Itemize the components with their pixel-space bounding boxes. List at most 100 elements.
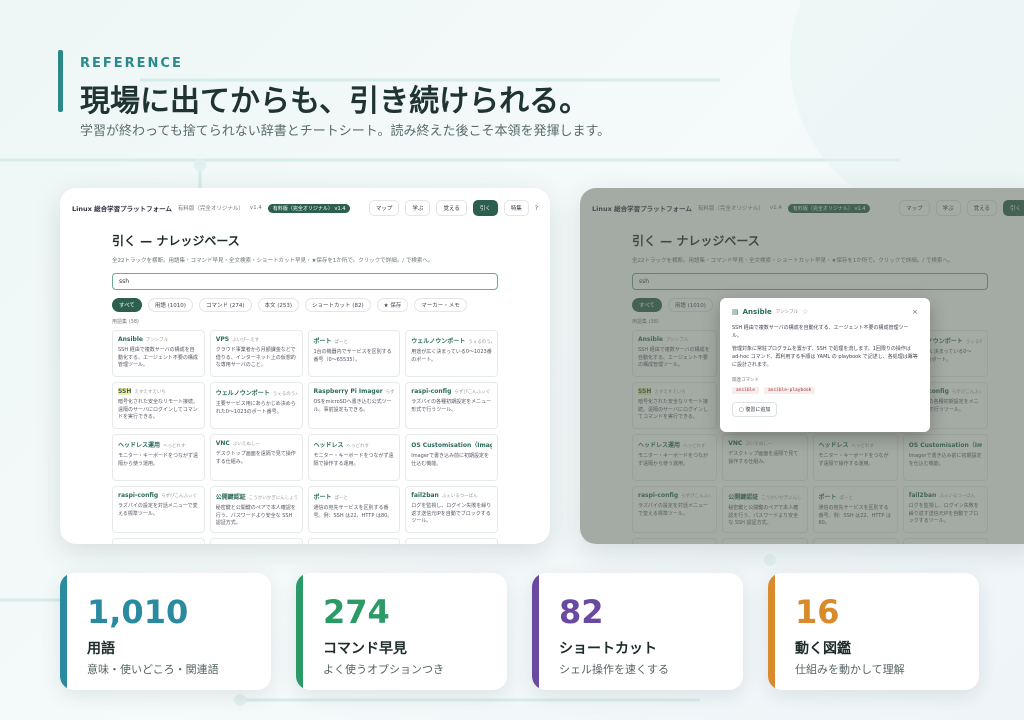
term-card[interactable]: 公開鍵認証こうかいかぎにんしょう秘密鍵と公開鍵のペアで本人確認を行う、パスワード… bbox=[209, 486, 303, 533]
term-title: SSHえすえすえいち bbox=[118, 388, 166, 395]
term-description: クラウド事業者から月額課金などで借りる、インターネット上の仮想的な専用サーバのこ… bbox=[215, 347, 296, 368]
term-description: モニター・キーボードをつながず遠隔で操作する運用。 bbox=[313, 453, 394, 467]
knowledge-base: 引く — ナレッジベース 全22トラックを横断。用語集・コマンド早見・全文検索・… bbox=[60, 232, 550, 544]
chip-commands[interactable]: コマンド (274) bbox=[198, 298, 252, 312]
term-card[interactable]: OS Customisation（Imager詳細設定）おーえすかすたまいぜーし… bbox=[405, 434, 498, 481]
stat-accent-bar bbox=[768, 573, 775, 690]
nav-memorize[interactable]: 覚える bbox=[436, 200, 467, 216]
term-title: raspi-configらずぴこんふぃぐ bbox=[118, 492, 198, 499]
term-card[interactable]: サービス（デーモン）さーびす bbox=[209, 538, 303, 544]
stat-subtext: 意味・使いどころ・関連語 bbox=[87, 663, 219, 676]
term-reading: ぶいぴーえす bbox=[232, 338, 260, 343]
term-card[interactable]: ポートぽーと bbox=[405, 538, 498, 544]
stat-number: 82 bbox=[559, 593, 604, 631]
term-reading: ぶいえぬしー bbox=[232, 442, 260, 447]
chip-terms[interactable]: 用語 (1010) bbox=[147, 298, 193, 312]
star-icon[interactable]: ☆ bbox=[802, 308, 808, 316]
screenshot-term-detail: Linux 総合学習プラットフォーム 有料版（完全オリジナル） v1.4 有料版… bbox=[580, 188, 1024, 544]
stat-label: コマンド早見 bbox=[323, 641, 407, 657]
app-brand: Linux 総合学習プラットフォーム bbox=[72, 205, 172, 213]
chip-shortcuts[interactable]: ショートカット (82) bbox=[305, 298, 371, 312]
term-description: 用途が広く決まっている0〜1023番のポート。 bbox=[411, 349, 492, 363]
nav-map[interactable]: マップ bbox=[368, 200, 400, 216]
term-grid: Ansibleアンシブル SSH 経由で複数サーバの構成を自動化する、エージェント… bbox=[112, 330, 498, 544]
filter-chips: すべて 用語 (1010) コマンド (274) 本文 (253) ショートカッ… bbox=[112, 298, 498, 312]
stat-card-commands: 274 コマンド早見 よく使うオプションつき bbox=[296, 573, 507, 690]
chip-all[interactable]: すべて bbox=[112, 298, 142, 312]
term-reading: へっどれす bbox=[346, 444, 370, 449]
term-card[interactable]: ヘッドレス運用へっどれすモニター・キーボードをつながず遠隔から使う運用。 bbox=[112, 434, 205, 481]
nav-learn[interactable]: 学ぶ bbox=[405, 200, 431, 216]
term-title: 公開鍵認証こうかいかぎにんしょう bbox=[215, 494, 297, 501]
stat-subtext: シェル操作を速くする bbox=[559, 663, 669, 676]
term-card[interactable]: sshdえすえすえいちでぃー bbox=[112, 538, 205, 544]
chip-body[interactable]: 本文 (253) bbox=[257, 298, 300, 312]
app-nav: マップ 学ぶ 覚える 引く 特集 ? bbox=[368, 200, 538, 216]
term-description: OSをmicroSDへ書き込む公式ツール。事前設定もできる。 bbox=[313, 399, 392, 413]
stat-card-visuals: 16 動く図鑑 仕組みを動かして理解 bbox=[768, 573, 979, 690]
term-description: SSH 経由で複数サーバの構成を自動化する、エージェント不要の構成管理ツール。 bbox=[118, 347, 198, 368]
term-title: fail2banふぇいるつーばん bbox=[411, 492, 478, 499]
page-description: 全22トラックを横断。用語集・コマンド早見・全文検索・ショートカット早見・★保存… bbox=[112, 258, 434, 264]
stat-label: 用語 bbox=[87, 641, 115, 657]
term-description: デスクトップ画面を遠隔で見て操作する仕組み。 bbox=[215, 451, 296, 465]
page-title: 引く — ナレッジベース bbox=[112, 234, 240, 248]
term-card[interactable]: SSHえすえすえいち暗号化された安全なリモート接続。遠隔のサーバにログインしてコ… bbox=[112, 382, 205, 429]
term-card[interactable]: デーモンでーもん bbox=[307, 538, 401, 544]
term-reading: らずぴこんふぃぐ bbox=[161, 494, 198, 499]
term-description: 暗号化された安全なリモート接続。遠隔のサーバにログインしてコマンドを実行できる。 bbox=[118, 399, 199, 420]
search-input[interactable]: ssh bbox=[112, 273, 498, 290]
term-card[interactable]: Raspberry Pi Imagerらずべりーぱい OSをmicroSDへ書き込… bbox=[307, 382, 401, 429]
stat-number: 1,010 bbox=[87, 593, 189, 631]
term-reading: アンシブル bbox=[145, 338, 169, 343]
term-card[interactable]: VNCぶいえぬしーデスクトップ画面を遠隔で見て操作する仕組み。 bbox=[209, 434, 303, 481]
term-title: ポートぽーと bbox=[313, 338, 349, 345]
term-title: Raspberry Pi Imagerらずべりーぱい bbox=[314, 388, 395, 395]
modal-summary: SSH 経由で複数サーバの構成を自動化する、エージェント不要の構成管理ツール。 bbox=[732, 325, 909, 339]
close-icon[interactable]: × bbox=[912, 308, 918, 316]
nav-lookup[interactable]: 引く bbox=[472, 200, 498, 216]
term-card[interactable]: fail2banふぇいるつーばんログを監視し、ログイン失敗を繰り返す送信元IPを… bbox=[405, 486, 498, 533]
result-count: 用語集 (38) bbox=[112, 319, 139, 325]
related-command-tag[interactable]: ansible-playbook bbox=[763, 387, 816, 394]
term-card[interactable]: ポートぽーと 1台の機器内でサービスを区別する番号（0〜65535）。 bbox=[307, 330, 401, 377]
accent-bar bbox=[58, 50, 63, 112]
term-description: 秘密鍵と公開鍵のペアで本人確認を行う、パスワードより安全な SSH 認証方式。 bbox=[215, 505, 296, 526]
term-reading: らずぴこんふぃぐ bbox=[454, 390, 491, 395]
related-command-tag[interactable]: ansible bbox=[732, 387, 759, 394]
help-button[interactable]: ? bbox=[535, 205, 538, 212]
term-title: ポートぽーと bbox=[313, 494, 349, 501]
term-reading: ぽーと bbox=[334, 340, 349, 345]
related-label: 関連コマンド bbox=[732, 378, 759, 383]
term-title: ヘッドレス運用へっどれす bbox=[118, 442, 186, 449]
term-reading: うぇるのうんぽーと bbox=[468, 340, 492, 345]
term-card[interactable]: ウェルノウンポートうぇるのうんぽーと用途が広く決まっている0〜1023番のポート… bbox=[405, 330, 498, 377]
term-description: Imagerで書き込み前に初期設定を仕込む機能。 bbox=[411, 453, 489, 467]
subline: 学習が終わっても捨てられない辞書とチートシート。読み終えた後こそ本領を発揮します… bbox=[80, 124, 611, 139]
term-title: raspi-configらずぴこんふぃぐ bbox=[411, 388, 491, 395]
term-title: ヘッドレスへっどれす bbox=[313, 442, 370, 449]
term-title: VNCぶいえぬしー bbox=[215, 440, 260, 447]
chip-saved[interactable]: ★ 保存 bbox=[376, 298, 409, 312]
stat-label: 動く図鑑 bbox=[795, 641, 851, 657]
term-card[interactable]: raspi-configらずぴこんふぃぐラズパイの設定を対話メニューで変える標準… bbox=[112, 486, 205, 533]
term-card[interactable]: ポートぽーと通信の宛先サービスを区別する番号。例：SSH は22、HTTP は8… bbox=[307, 486, 401, 533]
stat-number: 274 bbox=[323, 593, 390, 631]
term-card[interactable]: raspi-configらずぴこんふぃぐラズパイの各種初期設定をメニュー形式で行… bbox=[405, 382, 498, 429]
chip-markers[interactable]: マーカー・メモ bbox=[414, 298, 467, 312]
term-reading: こうかいかぎにんしょう bbox=[248, 496, 297, 501]
term-card[interactable]: ヘッドレスへっどれすモニター・キーボードをつながず遠隔で操作する運用。 bbox=[307, 434, 401, 481]
add-review-button[interactable]: ▢ 復習に追加 bbox=[732, 402, 778, 417]
nav-feature[interactable]: 特集 bbox=[503, 200, 529, 216]
stat-subtext: 仕組みを動かして理解 bbox=[795, 663, 905, 676]
term-reading: らずべりーぱい bbox=[385, 390, 395, 395]
term-description: 通信の宛先サービスを区別する番号。例：SSH は22、HTTP は80。 bbox=[313, 505, 393, 519]
stat-card-terms: 1,010 用語 意味・使いどころ・関連語 bbox=[60, 573, 271, 690]
term-card[interactable]: VPSぶいぴーえすクラウド事業者から月額課金などで借りる、インターネット上の仮想… bbox=[209, 330, 303, 377]
term-card[interactable]: Ansibleアンシブル SSH 経由で複数サーバの構成を自動化する、エージェント… bbox=[112, 330, 205, 377]
term-card[interactable]: ウェルノウンポートうぇるのうんぽーと主要サービス用にあらかじめ決められた0〜10… bbox=[209, 382, 303, 429]
app-version: v1.4 bbox=[249, 205, 262, 211]
stat-label: ショートカット bbox=[559, 641, 657, 657]
stat-subtext: よく使うオプションつき bbox=[323, 663, 444, 676]
term-description: 主要サービス用にあらかじめ決められた0〜1023のポート番号。 bbox=[215, 401, 296, 415]
